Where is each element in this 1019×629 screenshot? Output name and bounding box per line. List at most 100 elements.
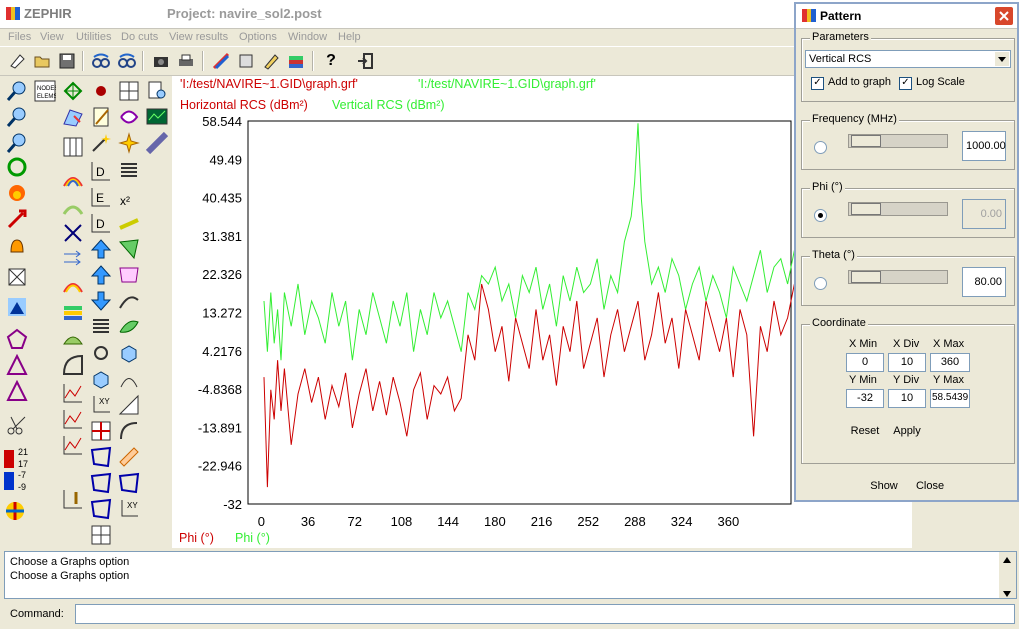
command-input[interactable] [75,604,1015,624]
e-node-icon[interactable]: E [90,186,112,208]
point-icon[interactable] [90,80,112,102]
edit-icon[interactable] [260,50,282,72]
warp-icon[interactable] [118,238,140,260]
graph-paper-icon[interactable] [118,446,140,468]
sparkle-icon[interactable] [118,132,140,154]
ruler-icon[interactable] [118,394,140,416]
beam-icon[interactable] [118,212,140,234]
cube-icon[interactable] [118,342,140,364]
half-disc-icon[interactable] [62,328,84,350]
magic-wand-icon[interactable] [90,132,112,154]
crosshair-icon[interactable] [90,420,112,442]
xdiv-input[interactable]: 10 [888,353,926,372]
theta-slider[interactable] [848,270,948,284]
print-icon[interactable] [175,50,197,72]
bell-icon[interactable] [6,236,28,258]
arrow-up-icon[interactable] [90,238,112,260]
d-node-icon[interactable]: D [90,160,112,182]
open-folder-icon[interactable] [31,50,53,72]
document-zoom-icon[interactable] [146,80,168,102]
frequency-radio[interactable] [814,141,827,154]
camera-icon[interactable] [150,50,172,72]
mesh-warp-2-icon[interactable] [90,472,112,494]
frequency-slider[interactable] [848,134,948,148]
grid-icon[interactable] [118,80,140,102]
parameter-select[interactable]: Vertical RCS [805,50,1011,68]
render-icon[interactable] [210,50,232,72]
ymax-input[interactable]: 58.5439 [930,389,970,408]
color-scale-icon[interactable] [4,500,26,522]
arrow-up-2-icon[interactable] [90,264,112,286]
exit-icon[interactable] [354,50,376,72]
plot-icon[interactable] [62,382,84,404]
mesh-warp-3-icon[interactable] [118,472,140,494]
menu-view-results[interactable]: View results [169,31,228,43]
plot-3-icon[interactable] [62,434,84,456]
help-icon[interactable]: ? [320,50,342,72]
frequency-value[interactable]: 1000.00 [962,131,1006,161]
leaf-icon[interactable] [118,316,140,338]
transform-icon[interactable] [90,342,112,364]
menu-window[interactable]: Window [288,31,327,43]
view-rotate-icon[interactable] [116,50,138,72]
notepad-icon[interactable] [90,106,112,128]
dialog-close-icon[interactable] [994,6,1014,26]
layers-icon[interactable] [285,50,307,72]
menu-options[interactable]: Options [239,31,277,43]
triangle-edit-icon[interactable] [6,379,28,402]
xmin-input[interactable]: 0 [846,353,884,372]
new-file-icon[interactable] [6,50,28,72]
apply-button[interactable]: Apply [888,420,926,441]
curve-icon[interactable] [118,290,140,312]
shape-icon[interactable] [118,106,140,128]
zoom-icon[interactable] [6,80,28,102]
menu-help[interactable]: Help [338,31,361,43]
ymin-input[interactable]: -32 [846,389,884,408]
mesh-icon[interactable] [62,80,84,102]
layers-view-icon[interactable] [235,50,257,72]
ship-view-icon[interactable] [6,296,28,318]
grid-warp-icon[interactable] [118,264,140,286]
chevron-down-icon[interactable] [995,52,1009,66]
xmax-input[interactable]: 360 [930,353,970,372]
nodes-elems-icon[interactable]: NODES ELEMS [34,80,58,102]
theta-value[interactable]: 80.00 [962,267,1006,297]
stripes-icon[interactable] [62,196,84,218]
arrow-vector-icon[interactable] [6,208,28,230]
cube-2-icon[interactable] [90,368,112,390]
fire-icon[interactable] [6,182,28,204]
recycle-icon[interactable] [6,156,28,178]
rainbow-icon[interactable] [62,168,84,190]
view-icon[interactable] [90,50,112,72]
menu-view[interactable]: View [40,31,64,43]
list-2-icon[interactable] [90,316,112,338]
ydiv-input[interactable]: 10 [888,389,926,408]
theta-slider-thumb[interactable] [851,271,881,283]
arrows-icon[interactable] [62,248,84,270]
table-icon[interactable] [62,136,84,158]
xy-axes-2-icon[interactable]: XY [118,498,140,520]
phi-slider-thumb[interactable] [851,203,881,215]
reset-button[interactable]: Reset [846,420,884,441]
phi-radio[interactable] [814,209,827,222]
grid-2-icon[interactable] [90,524,112,546]
rainbow-2-icon[interactable] [62,274,84,296]
log-scale-checkbox[interactable]: ✓ [899,77,912,90]
xy-axes-icon[interactable]: XY [90,394,112,416]
mesh-warp-4-icon[interactable] [90,498,112,520]
triangle-icon[interactable] [6,353,28,376]
scissors-icon[interactable] [6,414,28,436]
zoom-window-icon[interactable] [6,106,28,128]
save-icon[interactable] [56,50,78,72]
scroll-up-icon[interactable] [1003,554,1011,566]
pipeline-icon[interactable] [145,131,169,155]
list-icon[interactable] [118,160,140,182]
menu-files[interactable]: Files [8,31,31,43]
menu-utilities[interactable]: Utilities [76,31,111,43]
mesh-warp-icon[interactable] [90,446,112,468]
menu-do-cuts[interactable]: Do cuts [121,31,158,43]
curve-2-icon[interactable] [118,420,140,442]
scroll-down-icon[interactable] [1003,588,1011,600]
close-button[interactable]: Close [910,475,950,496]
frequency-slider-thumb[interactable] [851,135,881,147]
